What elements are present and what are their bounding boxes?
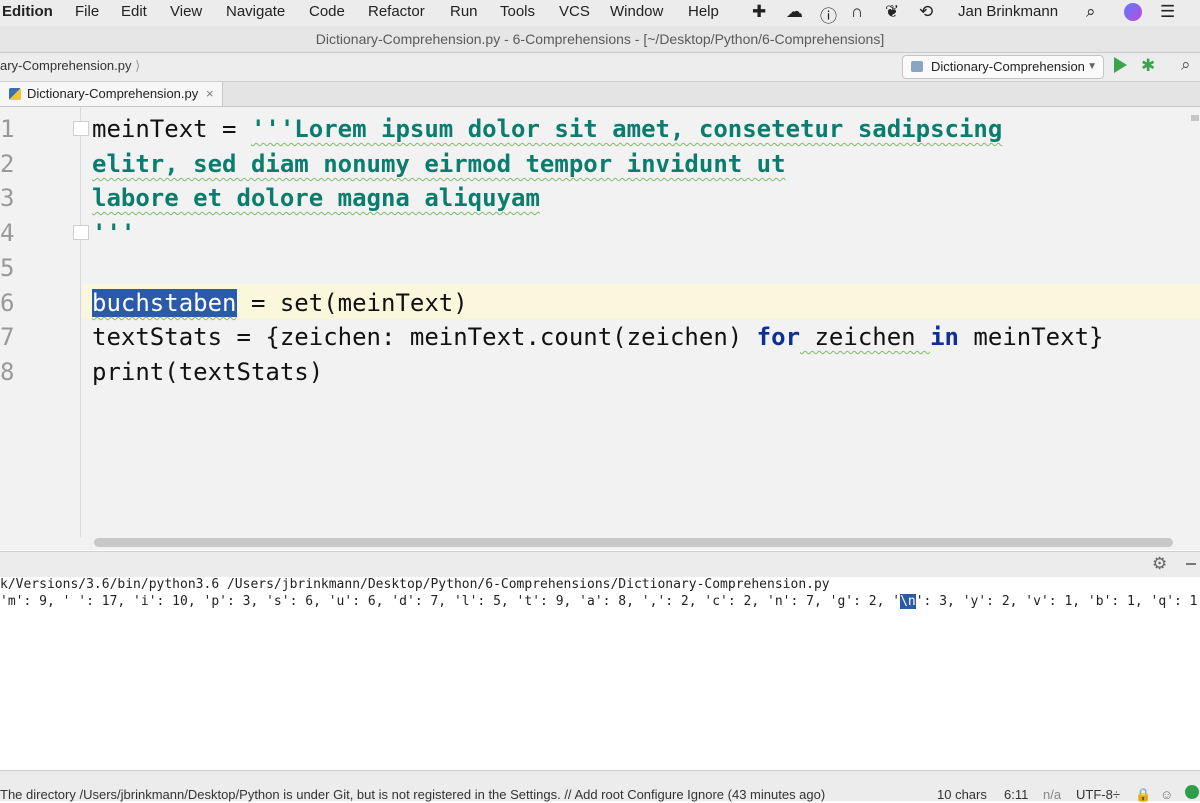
code-line-3: labore et dolore magna aliquyam [92,184,540,212]
fold-marker-icon[interactable] [73,225,89,240]
run-console[interactable]: k/Versions/3.6/bin/python3.6 /Users/jbri… [0,577,1200,769]
navigation-bar: ary-Comprehension.py ⟩ Dictionary-Compre… [0,53,1200,82]
code-line-7: textStats = {zeichen: meinText.count(zei… [92,323,1104,351]
tab-label: Dictionary-Comprehension.py [27,86,199,101]
menu-file[interactable]: File [75,3,99,20]
menu-navigate[interactable]: Navigate [226,3,285,20]
line-number: 8 [0,358,15,386]
status-bar: The directory /Users/jbrinkmann/Desktop/… [0,770,1200,803]
minimize-icon[interactable] [1186,563,1196,565]
scroll-marker [1191,115,1199,121]
leaf-icon[interactable]: ❦ [885,2,899,22]
lock-icon[interactable]: 🔒 [1135,787,1151,803]
menu-code[interactable]: Code [309,3,345,20]
gear-icon[interactable]: ⚙ [1152,554,1167,574]
breadcrumb[interactable]: ary-Comprehension.py ⟩ [0,58,140,74]
fold-marker-icon[interactable] [73,121,89,136]
run-panel-header: ⚙ [0,551,1200,578]
event-log-icon[interactable] [1185,785,1199,799]
line-number: 3 [0,184,15,212]
app-menu[interactable]: Edition [2,3,53,20]
python-config-icon [911,61,923,72]
tab-dictionary-comprehension[interactable]: Dictionary-Comprehension.py × [0,82,223,106]
menu-run[interactable]: Run [450,3,478,20]
list-icon[interactable]: ☰ [1160,2,1175,22]
line-number: 5 [0,254,15,282]
run-icon[interactable] [1114,57,1127,73]
debug-icon[interactable]: ✱ [1141,56,1155,76]
code-line-2: elitr, sed diam nonumy eirmod tempor inv… [92,150,786,178]
chevron-down-icon: ▼ [1087,61,1097,72]
console-output: 'm': 9, ' ': 17, 'i': 10, 'p': 3, 's': 6… [0,594,1198,609]
menu-view[interactable]: View [170,3,202,20]
menu-help[interactable]: Help [688,3,719,20]
info-icon[interactable]: ⓘ [820,2,837,27]
headset-icon[interactable]: ∩ [851,2,863,22]
window-title-bar: Dictionary-Comprehension.py - 6-Comprehe… [0,26,1200,53]
menu-edit[interactable]: Edit [121,3,147,20]
line-number: 6 [0,289,15,317]
time-machine-icon[interactable]: ⟲ [919,2,933,22]
line-number: 7 [0,323,15,351]
siri-icon[interactable] [1124,3,1142,21]
menu-refactor[interactable]: Refactor [368,3,425,20]
run-configuration-select[interactable]: Dictionary-Comprehension ▼ [902,55,1104,79]
code-editor[interactable]: 1 2 3 4 5 6 7 8 meinText = '''Lorem ipsu… [0,107,1200,550]
line-number: 4 [0,219,15,247]
menu-vcs[interactable]: VCS [559,3,590,20]
code-line-8: print(textStats) [92,358,324,386]
menu-window[interactable]: Window [610,3,663,20]
gutter-divider [80,107,81,537]
menu-bar: Edition File Edit View Navigate Code Ref… [0,0,1200,27]
editor-tab-bar: Dictionary-Comprehension.py × [0,82,1200,107]
python-file-icon [9,88,21,100]
run-configuration-label: Dictionary-Comprehension [931,59,1085,74]
selected-text: buchstaben [92,289,237,317]
close-icon[interactable]: × [206,82,214,106]
user-name[interactable]: Jan Brinkmann [958,3,1058,20]
console-command: k/Versions/3.6/bin/python3.6 /Users/jbri… [0,577,830,592]
window-title: Dictionary-Comprehension.py - 6-Comprehe… [315,31,885,47]
search-icon[interactable]: ⌕ [1086,2,1096,22]
menu-tools[interactable]: Tools [500,3,535,20]
code-line-4: ''' [92,219,136,247]
search-everywhere-icon[interactable]: ⌕ [1181,55,1191,75]
code-line-6: buchstaben = set(meinText) [92,289,468,317]
creative-cloud-icon[interactable]: ☁ [786,2,803,22]
horizontal-scrollbar[interactable] [94,538,1173,547]
line-number: 2 [0,150,15,178]
code-line-1: meinText = '''Lorem ipsum dolor sit amet… [92,115,1003,143]
highlighted-newline: \n [900,594,916,609]
plus-cross-icon[interactable]: ✚ [752,2,766,22]
line-number: 1 [0,115,15,143]
